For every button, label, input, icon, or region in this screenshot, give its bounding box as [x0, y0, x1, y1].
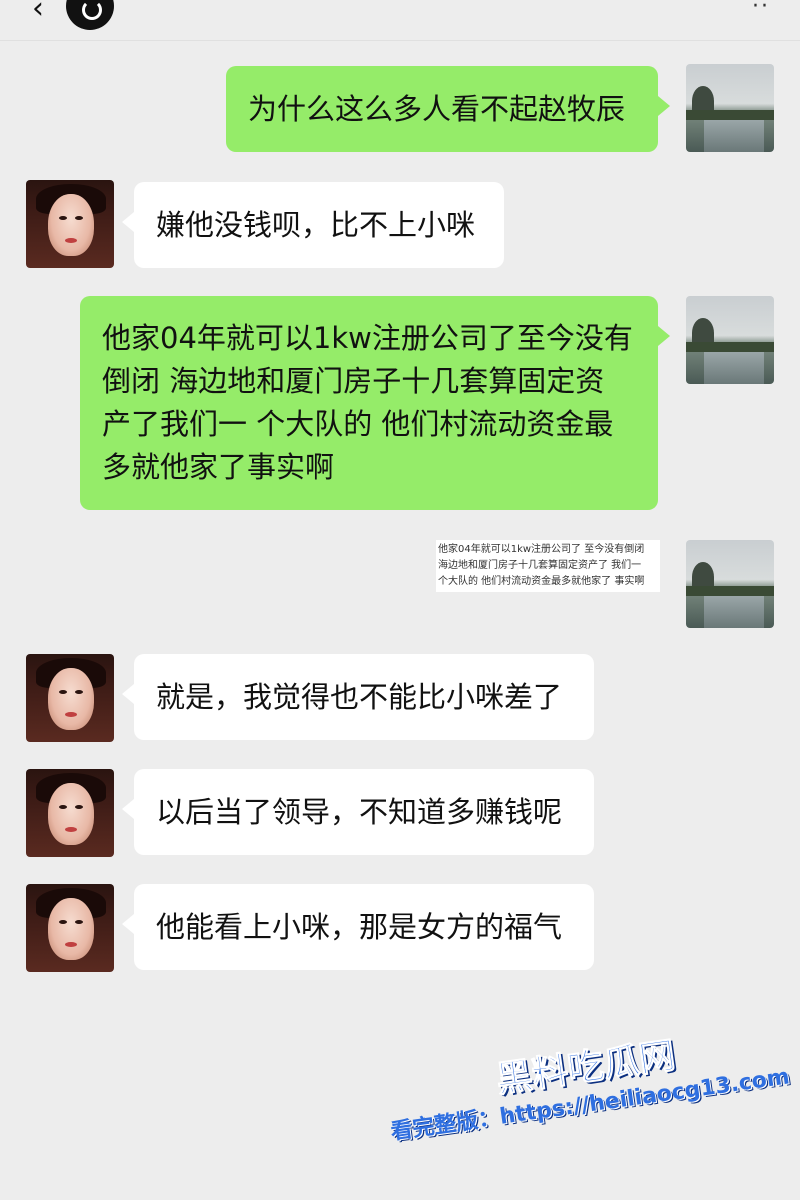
message-bubble-received[interactable]: 就是，我觉得也不能比小咪差了 [122, 654, 594, 740]
menu-icon[interactable]: ·· [752, 0, 770, 19]
message-text: 嫌他没钱呗，比不上小咪 [156, 207, 476, 242]
contact-avatar[interactable] [26, 769, 114, 857]
contact-avatar[interactable] [26, 180, 114, 268]
message-text-line: 产了我们一 个大队的 他们村流动资金最 [102, 407, 614, 441]
contact-avatar[interactable] [26, 884, 114, 972]
message-bubble-sent[interactable]: 他家04年就可以1kw注册公司了至今没有 倒闭 海边地和厦门房子十几套算固定资 … [80, 296, 670, 510]
more-icon[interactable] [66, 0, 114, 30]
watermark: 黑料吃瓜网 看完整版：https://heiliaocg13.com [380, 999, 794, 1183]
chat-header: ‹ ·· [0, 0, 800, 41]
message-bubble-received[interactable]: 以后当了领导，不知道多赚钱呢 [122, 769, 594, 855]
my-avatar[interactable] [686, 64, 774, 152]
image-text-line: 他家04年就可以1kw注册公司了 至今没有倒闭 [438, 544, 645, 555]
message-bubble-received[interactable]: 嫌他没钱呗，比不上小咪 [122, 182, 504, 268]
back-arrow-icon[interactable]: ‹ [32, 0, 44, 24]
message-text-line: 多就他家了事实啊 [102, 450, 335, 484]
message-text: 为什么这么多人看不起赵牧辰 [248, 91, 626, 126]
message-bubble-received[interactable]: 他能看上小咪，那是女方的福气 [122, 884, 594, 970]
image-message[interactable]: 他家04年就可以1kw注册公司了 至今没有倒闭 海边地和厦门房子十几套算固定资产… [436, 540, 660, 592]
message-text-line: 倒闭 海边地和厦门房子十几套算固定资 [102, 364, 605, 398]
message-text: 以后当了领导，不知道多赚钱呢 [156, 794, 563, 829]
message-text-line: 他家04年就可以1kw注册公司了至今没有 [102, 321, 633, 355]
message-text: 就是，我觉得也不能比小咪差了 [156, 679, 563, 714]
message-text: 他能看上小咪，那是女方的福气 [156, 909, 563, 944]
image-text-line: 个大队的 他们村流动资金最多就他家了 事实啊 [438, 576, 645, 587]
contact-avatar[interactable] [26, 654, 114, 742]
message-bubble-sent[interactable]: 为什么这么多人看不起赵牧辰 [226, 66, 670, 152]
image-text-line: 海边地和厦门房子十几套算固定资产了 我们一 [438, 560, 642, 571]
my-avatar[interactable] [686, 296, 774, 384]
my-avatar[interactable] [686, 540, 774, 628]
